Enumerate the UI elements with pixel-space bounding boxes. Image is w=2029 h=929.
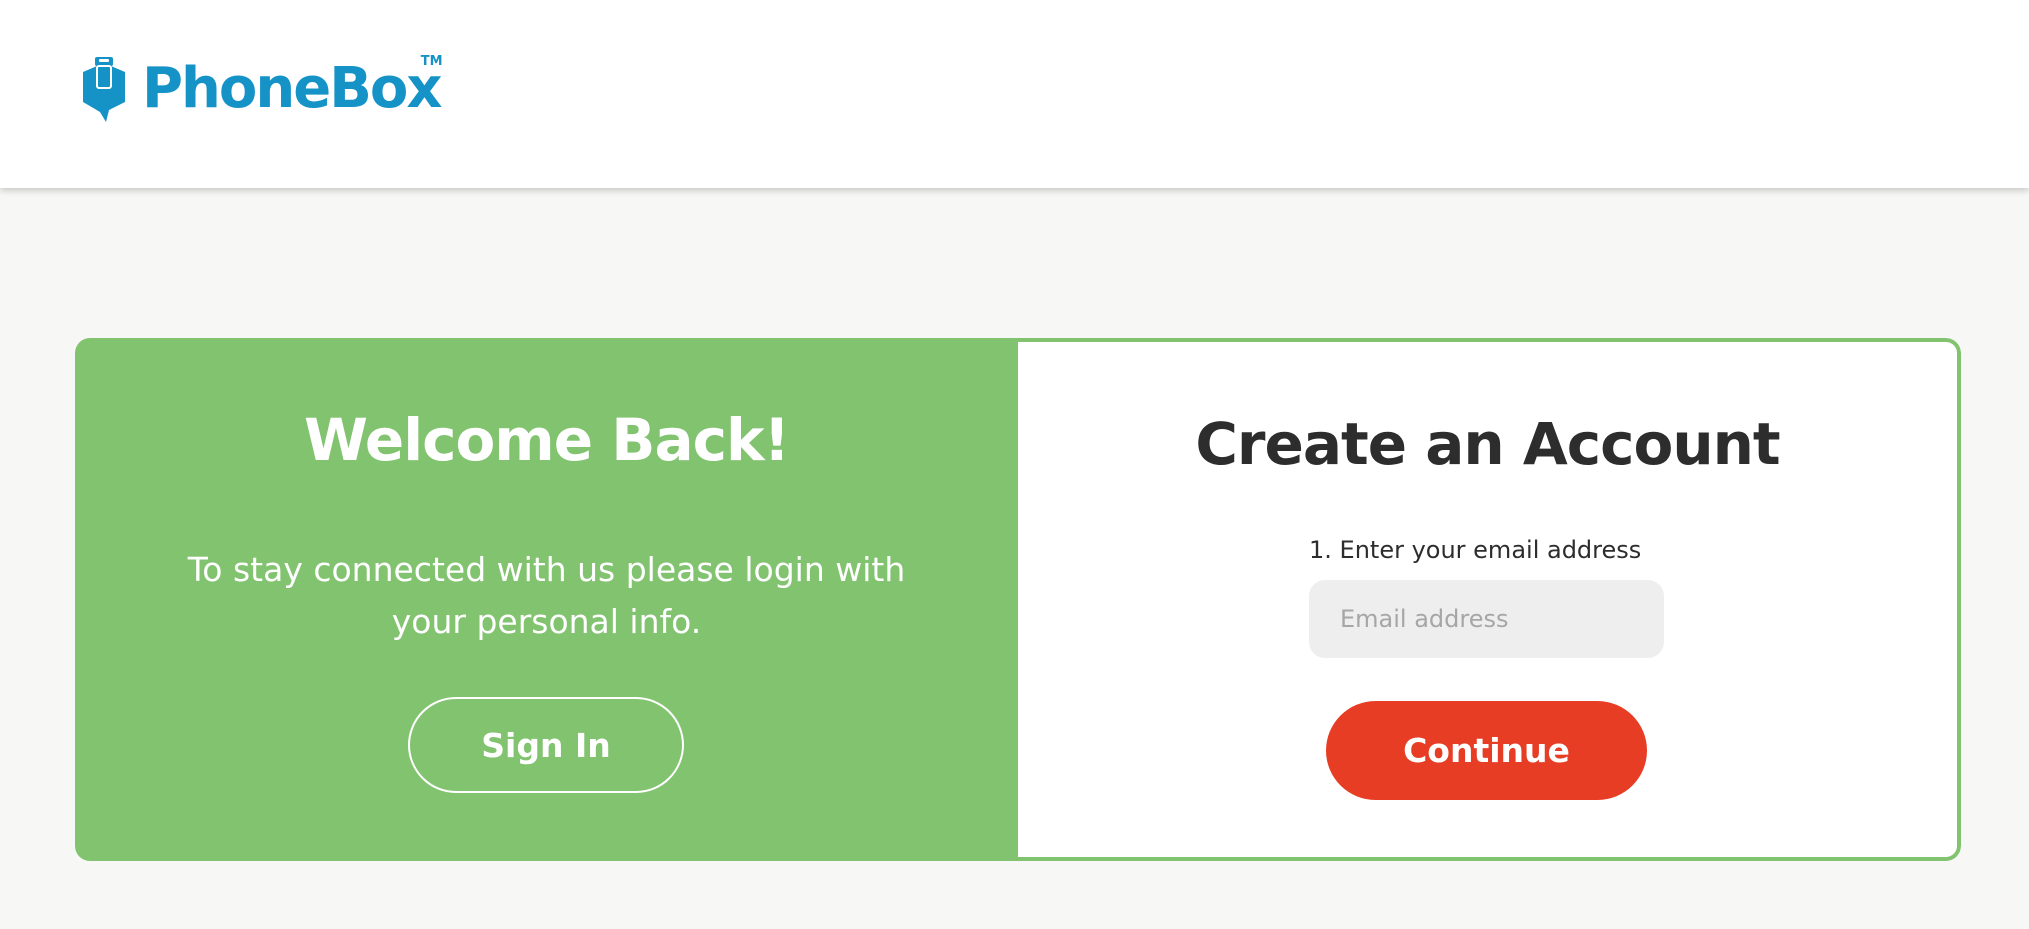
create-account-section: Create an Account 1. Enter your email ad… [1018,338,1961,861]
create-account-title: Create an Account [1195,410,1780,478]
sign-in-button[interactable]: Sign In [408,697,684,793]
welcome-title: Welcome Back! [303,406,790,474]
site-header: PhoneBox TM [0,0,2029,188]
logo-wordmark: PhoneBox TM [142,54,443,122]
auth-panel: Welcome Back! To stay connected with us … [75,338,1961,861]
logo-trademark: TM [420,54,443,69]
welcome-text: To stay connected with us please login w… [187,550,906,641]
phonebox-logo[interactable]: PhoneBox TM [80,54,443,122]
phone-tag-icon [83,57,125,122]
continue-button[interactable]: Continue [1326,701,1647,800]
email-input[interactable] [1309,580,1664,658]
logo-text: PhoneBox [142,56,443,121]
welcome-back-section: Welcome Back! To stay connected with us … [75,338,1018,861]
email-step-label: 1. Enter your email address [1309,536,1642,564]
